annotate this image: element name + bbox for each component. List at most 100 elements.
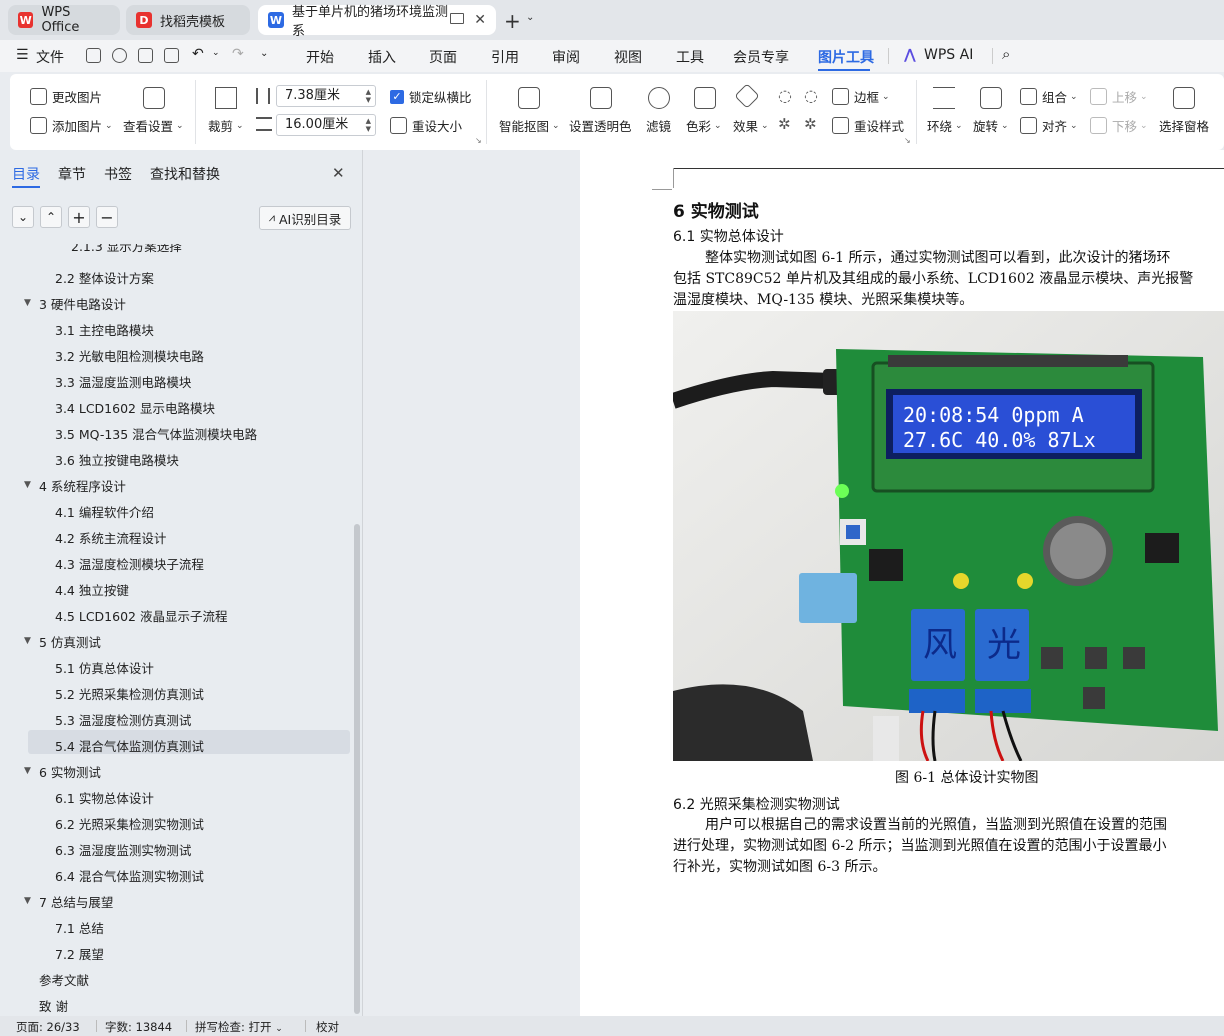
bring-forward-button[interactable]: 上移 ⌄ [1090,87,1148,106]
toc-item[interactable]: 3.2 光敏电阻检测模块电路 [55,346,204,365]
print-preview-icon[interactable] [164,48,179,63]
brightness-up-icon[interactable]: ◌ [778,86,792,105]
word-count[interactable]: 字数: 13844 [105,1019,172,1035]
tab-document[interactable]: W 基于单片机的猪场环境监测系 ✕ [258,5,496,39]
toc-item[interactable]: 4.5 LCD1602 液晶显示子流程 [55,606,227,625]
border-button[interactable]: 边框 ⌄ [832,87,890,106]
more-icon[interactable]: ⌄ [260,48,268,59]
add-picture-button[interactable]: 添加图片 ⌄ [30,116,113,135]
brightness-down-icon[interactable]: ✲ [778,115,791,133]
menu-start[interactable]: 开始 [306,47,334,67]
monitor-icon[interactable] [450,13,464,24]
toc-item[interactable]: 2.1.3 显示方案选择 [71,244,182,255]
menu-tools[interactable]: 工具 [676,47,704,67]
toc-item[interactable]: 3.3 温湿度监测电路模块 [55,372,191,391]
chevron-down-icon[interactable]: ⌄ [526,12,534,23]
toc-item[interactable]: 5.3 温湿度检测仿真测试 [55,710,191,729]
height-input[interactable]: 16.00厘米 ▲ ▼ [276,114,376,136]
paragraph-line[interactable]: 温湿度模块、MQ-135 模块、光照采集模块等。 [673,289,973,309]
expand-arrow-icon[interactable]: ▼ [24,298,31,308]
nav-tab-bookmark[interactable]: 书签 [104,164,132,184]
menu-picture-tools[interactable]: 图片工具 [818,47,874,67]
proofread[interactable]: 校对 [316,1019,339,1035]
toc-item[interactable]: 4.4 独立按键 [55,580,129,599]
reset-size-button[interactable]: 重设大小 [390,116,462,135]
toc-item[interactable]: 2.2 整体设计方案 [55,268,154,287]
toc-item[interactable]: 致 谢 [39,996,68,1015]
toc-item[interactable]: 3 硬件电路设计 [39,294,126,313]
menu-page[interactable]: 页面 [429,47,457,67]
nav-tab-chapter[interactable]: 章节 [58,164,86,184]
menu-wps-ai[interactable]: WPS AI [924,47,973,63]
change-picture-button[interactable]: 更改图片 [30,87,102,106]
toc-item[interactable]: 4.3 温湿度检测模块子流程 [55,554,204,573]
stepper-icon[interactable]: ▲ ▼ [366,117,371,133]
redo-icon[interactable]: ↷ [232,46,244,62]
smart-cutout-button[interactable]: 智能抠图 ⌄ [499,116,560,135]
selection-pane-button[interactable]: 选择窗格 [1159,116,1209,135]
toc-item[interactable]: 4.2 系统主流程设计 [55,528,166,547]
ai-recognize-toc-button[interactable]: ⩘ AI识别目录 [259,206,351,230]
toc-item[interactable]: 7 总结与展望 [39,892,113,911]
paragraph-line[interactable]: 整体实物测试如图 6-1 所示，通过实物测试图可以看到，此次设计的猪场环 [705,247,1170,267]
stepper-icon[interactable]: ▲ ▼ [366,88,371,104]
toc-item[interactable]: 6 实物测试 [39,762,101,781]
expand-arrow-icon[interactable]: ▼ [24,480,31,490]
spell-check[interactable]: 拼写检查: 打开 ⌄ [195,1019,283,1035]
paragraph-line[interactable]: 进行处理，实物测试如图 6-2 所示；当监测到光照值在设置的范围小于设置最小 [673,835,1166,855]
menu-member[interactable]: 会员专享 [733,47,789,67]
crop-button[interactable]: 裁剪 ⌄ [208,116,244,135]
dialog-launcher-icon[interactable]: ↘ [904,136,911,145]
toc-item[interactable]: 5 仿真测试 [39,632,101,651]
color-button[interactable]: 色彩 ⌄ [686,116,722,135]
add-icon[interactable]: + [68,206,90,228]
paragraph-line[interactable]: 用户可以根据自己的需求设置当前的光照值，当监测到光照值在设置的范围 [705,814,1167,834]
toc-item[interactable]: 5.1 仿真总体设计 [55,658,154,677]
collapse-up-icon[interactable]: ⌃ [40,206,62,228]
undo-icon[interactable]: ↶ [192,46,204,62]
heading-1[interactable]: 6 实物测试 [673,197,759,222]
close-icon[interactable]: ✕ [474,12,486,28]
menu-view[interactable]: 视图 [614,47,642,67]
print-icon[interactable] [138,48,153,63]
paragraph-line[interactable]: 行补光，实物测试如图 6-3 所示。 [673,856,886,876]
nav-tab-find-replace[interactable]: 查找和替换 [150,164,220,184]
toc-item[interactable]: 6.1 实物总体设计 [55,788,154,807]
save-icon[interactable] [86,48,101,63]
group-button[interactable]: 组合 ⌄ [1020,87,1078,106]
tab-daoke-templates[interactable]: D 找稻壳模板 [126,5,250,35]
contrast-down-icon[interactable]: ✲ [804,115,817,133]
scrollbar[interactable] [354,524,360,1014]
align-button[interactable]: 对齐 ⌄ [1020,116,1078,135]
contrast-up-icon[interactable]: ◌ [804,86,818,105]
toc-item[interactable]: 6.2 光照采集检测实物测试 [55,814,204,833]
menu-insert[interactable]: 插入 [368,47,396,67]
toc-item[interactable]: 7.1 总结 [55,918,104,937]
close-icon[interactable]: ✕ [332,164,345,182]
pcb-photo[interactable]: 20:08:54 0ppm A 27.6C 40.0% 87Lx 风 光 [673,311,1224,761]
export-icon[interactable] [112,48,127,63]
toc-item[interactable]: 5.2 光照采集检测仿真测试 [55,684,204,703]
chevron-down-icon[interactable]: ⌄ [212,48,220,58]
filter-button[interactable]: 滤镜 [646,116,671,135]
toc-item[interactable]: 3.5 MQ-135 混合气体监测模块电路 [55,424,257,443]
view-settings-button[interactable]: 查看设置 ⌄ [123,116,184,135]
nav-tab-toc[interactable]: 目录 [12,164,40,184]
toc-item[interactable]: 参考文献 [39,970,89,989]
expand-arrow-icon[interactable]: ▼ [24,896,31,906]
menu-review[interactable]: 审阅 [552,47,580,67]
new-tab-icon[interactable]: + [504,9,521,33]
menu-reference[interactable]: 引用 [491,47,519,67]
menu-file[interactable]: 文件 [36,47,64,67]
lock-ratio-checkbox[interactable]: ✓ 锁定纵横比 [390,87,472,106]
send-backward-button[interactable]: 下移 ⌄ [1090,116,1148,135]
collapse-down-icon[interactable]: ⌄ [12,206,34,228]
tab-wps-office[interactable]: W WPS Office [8,5,120,35]
heading-2[interactable]: 6.2 光照采集检测实物测试 [673,794,840,814]
wrap-button[interactable]: 环绕 ⌄ [927,116,963,135]
effects-button[interactable]: 效果 ⌄ [733,116,769,135]
set-transparent-button[interactable]: 设置透明色 [569,116,632,135]
search-icon[interactable]: ⌕ [1002,45,1010,63]
expand-arrow-icon[interactable]: ▼ [24,636,31,646]
toc-item[interactable]: 3.6 独立按键电路模块 [55,450,179,469]
